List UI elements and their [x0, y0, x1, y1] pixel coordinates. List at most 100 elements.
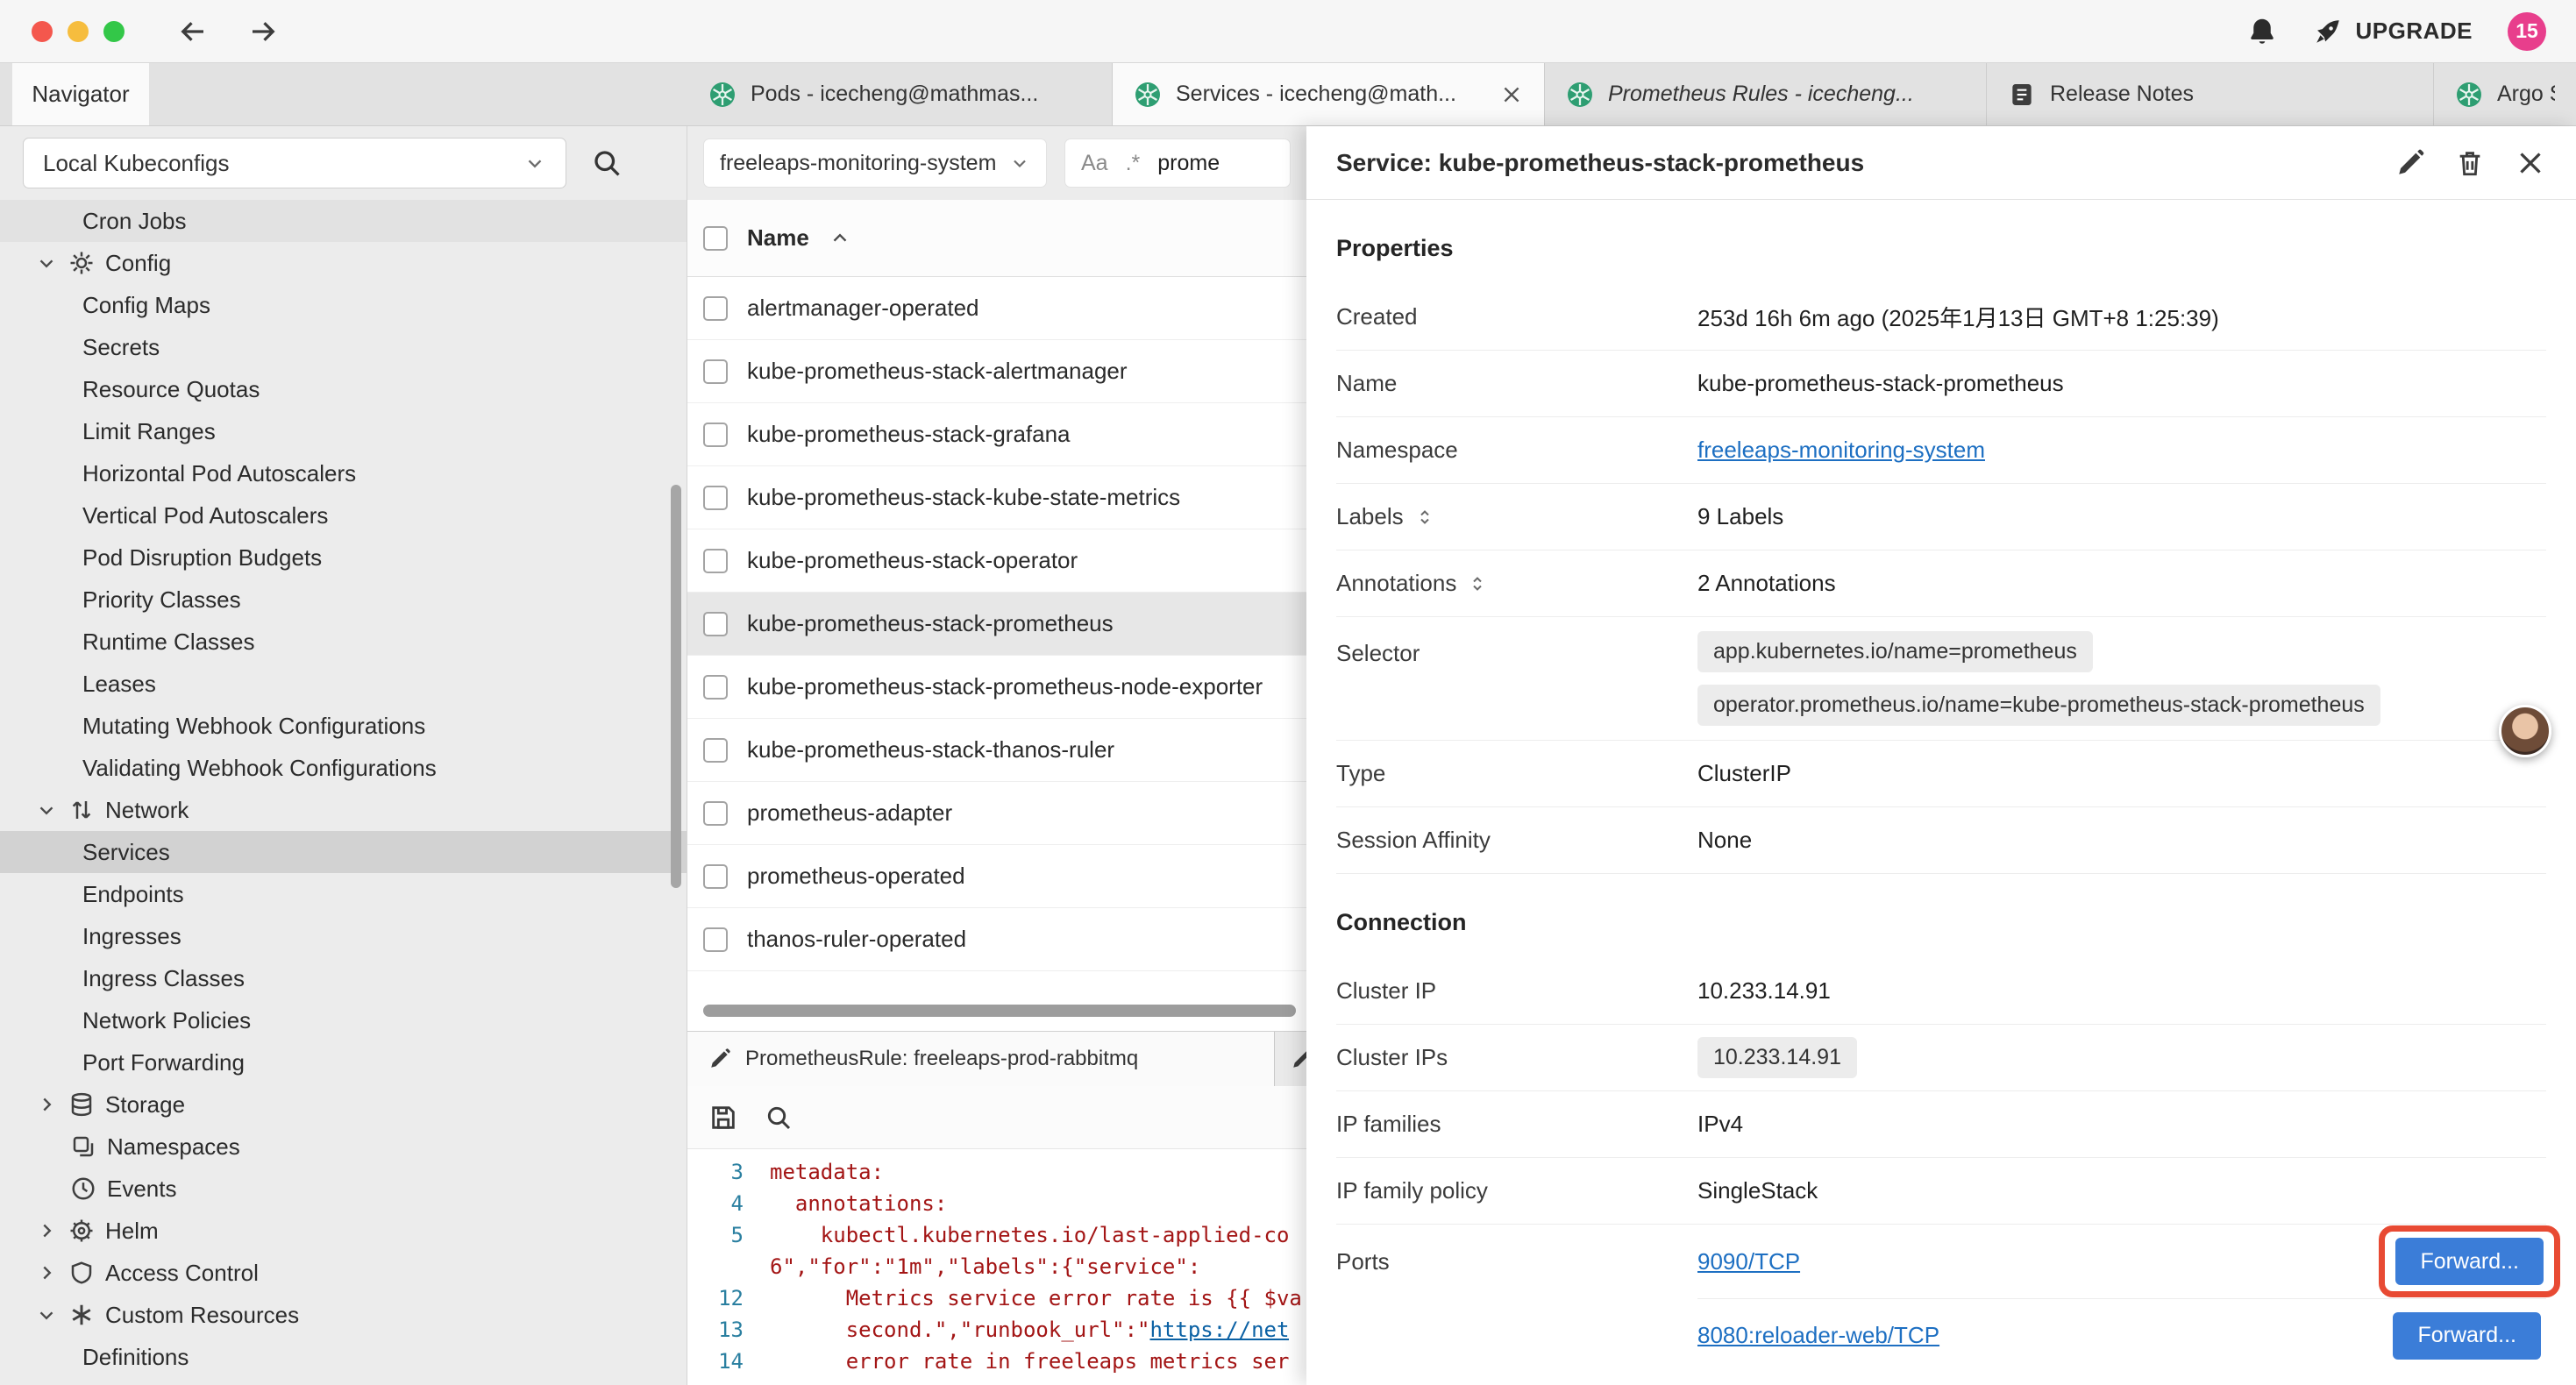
tab-argo[interactable]: Argo Se — [2434, 63, 2576, 125]
editor-tab-partial[interactable] — [1275, 1032, 1306, 1086]
table-header[interactable]: Name — [687, 200, 1306, 277]
labels-count[interactable]: 9 Labels — [1697, 503, 2546, 530]
search-input[interactable]: Aa .* prome — [1064, 138, 1291, 188]
sidebar-group-custom-resources[interactable]: Custom Resources — [0, 1294, 687, 1336]
sidebar-item-runtime-classes[interactable]: Runtime Classes — [0, 621, 687, 663]
sidebar-item-endpoints[interactable]: Endpoints — [0, 873, 687, 915]
expand-collapse-icon[interactable] — [1414, 507, 1435, 528]
port-link-8080[interactable]: 8080:reloader-web/TCP — [1697, 1322, 1939, 1349]
forward-port-button[interactable]: Forward... — [2395, 1238, 2544, 1285]
expand-collapse-icon[interactable] — [1467, 573, 1488, 594]
sidebar-search-icon[interactable] — [591, 147, 623, 179]
kubeconfig-selector[interactable]: Local Kubeconfigs — [23, 138, 566, 188]
close-tab-icon[interactable] — [1500, 83, 1523, 106]
tab-release-notes[interactable]: Release Notes — [1987, 63, 2434, 125]
editor-search-icon[interactable] — [765, 1104, 793, 1132]
row-checkbox[interactable] — [703, 927, 728, 952]
property-row-session-affinity: Session Affinity None — [1336, 807, 2546, 874]
name-column-header[interactable]: Name — [747, 224, 809, 252]
save-icon[interactable] — [708, 1103, 738, 1133]
table-row[interactable]: kube-prometheus-stack-alertmanager — [687, 340, 1306, 403]
table-row[interactable]: alertmanager-operated — [687, 277, 1306, 340]
row-checkbox[interactable] — [703, 359, 728, 384]
namespace-selector[interactable]: freeleaps-monitoring-system — [703, 138, 1047, 188]
row-checkbox[interactable] — [703, 801, 728, 826]
forward-port-button[interactable]: Forward... — [2393, 1312, 2541, 1360]
row-checkbox[interactable] — [703, 486, 728, 510]
sidebar-group-config[interactable]: Config — [0, 242, 687, 284]
minimize-window-button[interactable] — [68, 21, 89, 42]
row-checkbox[interactable] — [703, 864, 728, 889]
row-checkbox[interactable] — [703, 612, 728, 636]
upgrade-button[interactable]: UPGRADE — [2313, 17, 2473, 46]
sidebar-item-ingresses[interactable]: Ingresses — [0, 915, 687, 957]
zoom-window-button[interactable] — [103, 21, 125, 42]
kubernetes-icon — [1134, 81, 1162, 109]
sidebar-item-mutating-webhook-configurations[interactable]: Mutating Webhook Configurations — [0, 705, 687, 747]
user-avatar[interactable] — [2499, 705, 2551, 757]
sidebar-group-access-control[interactable]: Access Control — [0, 1252, 687, 1294]
tab-pods[interactable]: Pods - icecheng@mathmas... — [687, 63, 1113, 125]
table-row[interactable]: prometheus-adapter — [687, 782, 1306, 845]
close-drawer-icon[interactable] — [2515, 147, 2546, 179]
sidebar-item-leases[interactable]: Leases — [0, 663, 687, 705]
sidebar-item-events[interactable]: Events — [0, 1168, 687, 1210]
sidebar-group-helm[interactable]: Helm — [0, 1210, 687, 1252]
sidebar-group-storage[interactable]: Storage — [0, 1083, 687, 1126]
table-row[interactable]: thanos-ruler-operated — [687, 908, 1306, 971]
table-row[interactable]: kube-prometheus-stack-kube-state-metrics — [687, 466, 1306, 529]
sidebar-item-horizontal-pod-autoscalers[interactable]: Horizontal Pod Autoscalers — [0, 452, 687, 494]
yaml-editor[interactable]: 3metadata: 4 annotations: 5 kubectl.kube… — [687, 1149, 1306, 1385]
select-all-checkbox[interactable] — [703, 226, 728, 251]
delete-trash-icon[interactable] — [2455, 148, 2485, 178]
editor-tab-prometheusrule[interactable]: PrometheusRule: freeleaps-prod-rabbitmq — [687, 1032, 1275, 1086]
row-checkbox[interactable] — [703, 675, 728, 700]
sort-ascending-icon[interactable] — [829, 227, 851, 250]
sidebar-item-namespaces[interactable]: Namespaces — [0, 1126, 687, 1168]
sidebar-item-vertical-pod-autoscalers[interactable]: Vertical Pod Autoscalers — [0, 494, 687, 536]
regex-toggle[interactable]: .* — [1126, 151, 1141, 176]
sidebar-item-resource-quotas[interactable]: Resource Quotas — [0, 368, 687, 410]
sidebar-item-limit-ranges[interactable]: Limit Ranges — [0, 410, 687, 452]
annotations-count[interactable]: 2 Annotations — [1697, 570, 2546, 597]
sidebar-item-port-forwarding[interactable]: Port Forwarding — [0, 1041, 687, 1083]
row-checkbox[interactable] — [703, 738, 728, 763]
sidebar-item-pod-disruption-budgets[interactable]: Pod Disruption Budgets — [0, 536, 687, 579]
horizontal-scrollbar[interactable] — [703, 1005, 1296, 1017]
table-row[interactable]: kube-prometheus-stack-grafana — [687, 403, 1306, 466]
tab-services[interactable]: Services - icecheng@math... — [1113, 63, 1545, 125]
tab-navigator[interactable]: Navigator — [12, 63, 149, 125]
back-arrow-icon[interactable] — [177, 16, 209, 47]
tab-prometheus-rules[interactable]: Prometheus Rules - icecheng... — [1545, 63, 1987, 125]
sidebar-item-config-maps[interactable]: Config Maps — [0, 284, 687, 326]
table-row-selected[interactable]: kube-prometheus-stack-prometheus — [687, 593, 1306, 656]
property-value: kube-prometheus-stack-prometheus — [1697, 370, 2546, 397]
notifications-bell-icon[interactable] — [2246, 16, 2278, 47]
namespace-link[interactable]: freeleaps-monitoring-system — [1697, 437, 1985, 464]
table-row[interactable]: kube-prometheus-stack-thanos-ruler — [687, 719, 1306, 782]
row-checkbox[interactable] — [703, 296, 728, 321]
sidebar-item-priority-classes[interactable]: Priority Classes — [0, 579, 687, 621]
row-checkbox[interactable] — [703, 423, 728, 447]
match-case-toggle[interactable]: Aa — [1081, 151, 1108, 176]
table-row[interactable]: kube-prometheus-stack-prometheus-node-ex… — [687, 656, 1306, 719]
edit-pencil-icon[interactable] — [2395, 148, 2425, 178]
table-row[interactable]: kube-prometheus-stack-operator — [687, 529, 1306, 593]
sidebar-item-services[interactable]: Services — [0, 831, 687, 873]
port-link-9090[interactable]: 9090/TCP — [1697, 1248, 1800, 1275]
sidebar-item-secrets[interactable]: Secrets — [0, 326, 687, 368]
asterisk-icon — [68, 1302, 95, 1328]
forward-arrow-icon[interactable] — [247, 16, 279, 47]
runbook-url-link[interactable]: https://net — [1149, 1318, 1289, 1342]
sidebar-item-validating-webhook-configurations[interactable]: Validating Webhook Configurations — [0, 747, 687, 789]
close-window-button[interactable] — [32, 21, 53, 42]
sidebar-group-network[interactable]: Network — [0, 789, 687, 831]
notification-count-badge[interactable]: 15 — [2508, 12, 2546, 51]
row-checkbox[interactable] — [703, 549, 728, 573]
table-row[interactable]: prometheus-operated — [687, 845, 1306, 908]
sidebar-scrollbar[interactable] — [671, 485, 681, 888]
sidebar-item-network-policies[interactable]: Network Policies — [0, 999, 687, 1041]
sidebar-item-ingress-classes[interactable]: Ingress Classes — [0, 957, 687, 999]
sidebar-item-definitions[interactable]: Definitions — [0, 1336, 687, 1378]
sidebar-item-cron-jobs[interactable]: Cron Jobs — [0, 200, 687, 242]
